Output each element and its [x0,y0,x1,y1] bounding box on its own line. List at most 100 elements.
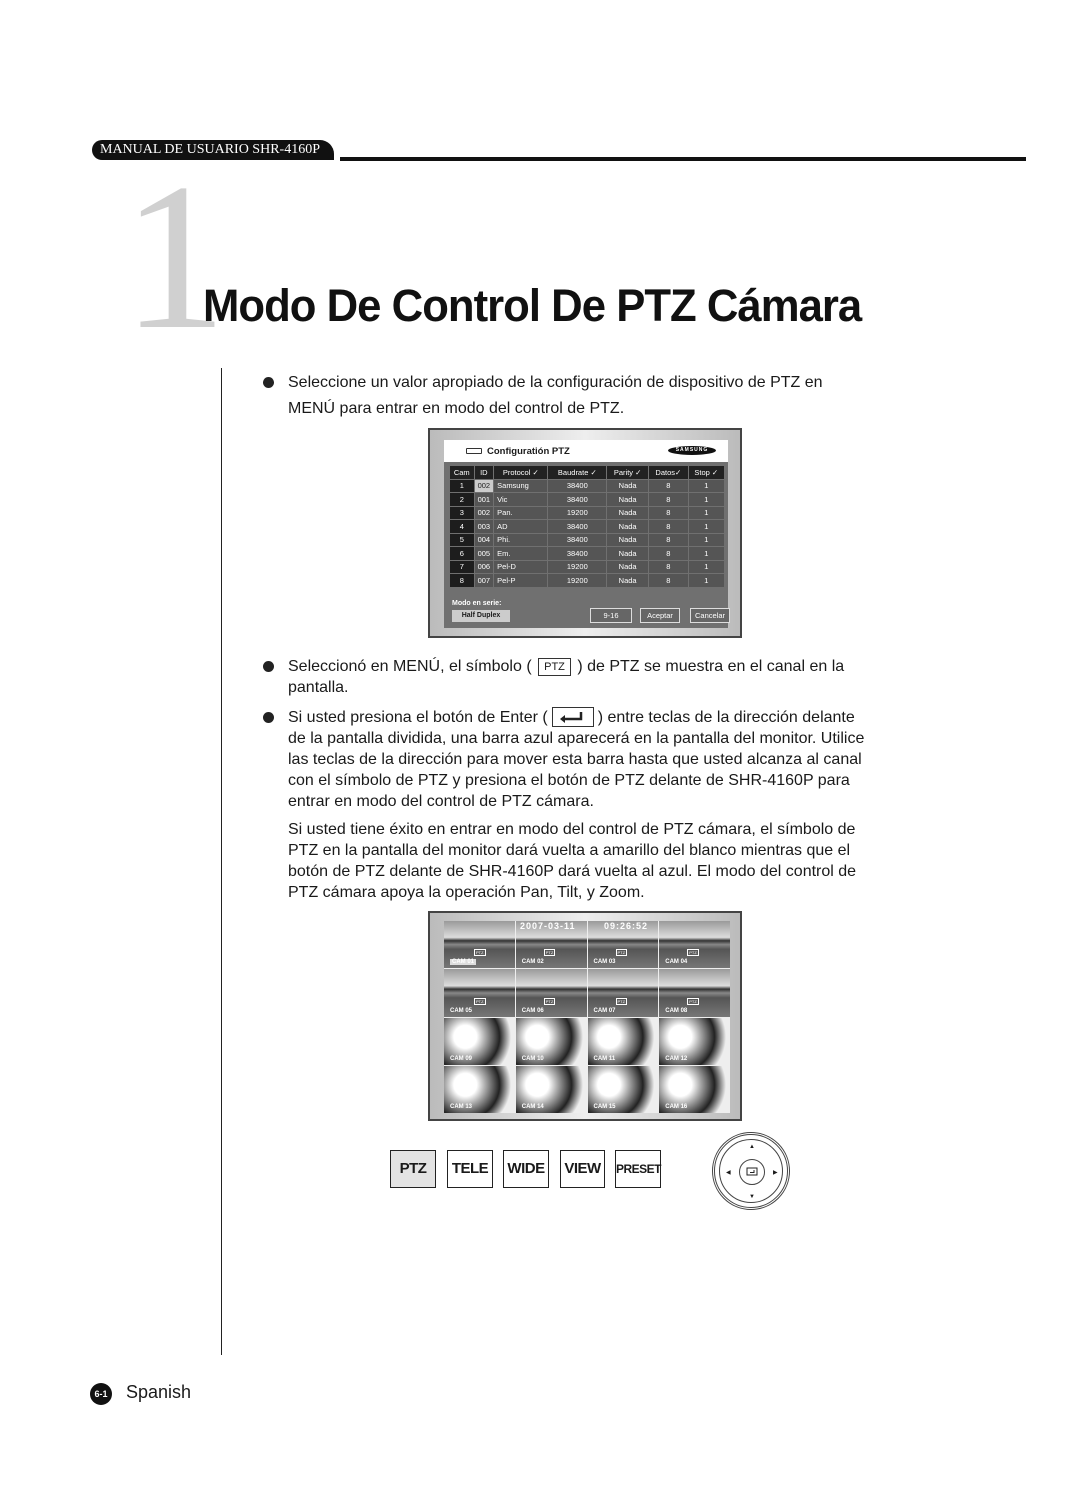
camera-tile[interactable]: CAM 11 [587,1017,659,1065]
table-cell[interactable]: Nada [607,479,649,492]
camera-tile[interactable]: PTZ CAM 08 [659,969,730,1017]
column-header[interactable]: Cam [450,466,474,479]
table-row[interactable]: 4 003 AD 38400 Nada 8 1 [450,520,724,533]
camera-tile[interactable]: CAM 15 [587,1065,659,1113]
table-cell[interactable]: AD [494,520,548,533]
arrow-up-icon[interactable]: ▲ [749,1144,755,1150]
arrow-right-icon[interactable]: ▶ [773,1169,778,1176]
camera-tile[interactable]: PTZ CAM 04 [659,921,730,969]
table-cell[interactable]: 19200 [548,506,607,519]
jog-dial[interactable]: ▲ ▼ ◀ ▶ [712,1132,790,1210]
table-cell[interactable]: 003 [474,520,494,533]
camera-tile[interactable]: PTZ CAM 07 [587,969,659,1017]
table-cell[interactable]: 8 [649,547,688,560]
column-header[interactable]: Datos✓ [649,466,688,479]
p3-line: de la pantalla dividida, una barra azul … [288,730,865,747]
table-row[interactable]: 1 002 Samsung 38400 Nada 8 1 [450,479,724,492]
key-ptz-button[interactable]: PTZ [390,1150,436,1188]
table-cell[interactable]: 1 [688,574,724,587]
table-row[interactable]: 8 007 Pel-P 19200 Nada 8 1 [450,574,724,587]
table-cell[interactable]: Nada [607,506,649,519]
table-cell[interactable]: Nada [607,533,649,546]
column-header[interactable]: Protocol ✓ [494,466,548,479]
table-cell[interactable]: 002 [474,479,494,492]
table-cell[interactable]: 19200 [548,560,607,573]
table-cell[interactable]: 1 [688,547,724,560]
camera-tile[interactable]: CAM 10 [515,1017,587,1065]
camera-tile[interactable]: CAM 14 [515,1065,587,1113]
table-cell[interactable]: 38400 [548,520,607,533]
camera-tile[interactable]: CAM 12 [659,1017,730,1065]
table-cell[interactable]: 1 [688,560,724,573]
column-header[interactable]: Stop ✓ [688,466,724,479]
table-row[interactable]: 6 005 Em. 38400 Nada 8 1 [450,547,724,560]
table-cell[interactable]: 8 [649,533,688,546]
table-cell[interactable]: 002 [474,506,494,519]
p3-line: PTZ cámara apoya la operación Pan, Tilt,… [288,884,645,901]
table-cell[interactable]: 8 [649,493,688,506]
table-row[interactable]: 7 006 Pel-D 19200 Nada 8 1 [450,560,724,573]
table-cell[interactable]: Pel-P [494,574,548,587]
camera-tile[interactable]: PTZ CAM 05 [444,969,515,1017]
camera-label: CAM 14 [521,1104,544,1110]
table-cell[interactable]: 1 [688,493,724,506]
table-cell[interactable]: 8 [649,479,688,492]
bullet [263,661,274,672]
page-9-16-button[interactable]: 9-16 [590,608,632,623]
camera-label: CAM 13 [450,1104,473,1110]
key-wide-button[interactable]: WIDE [503,1150,549,1188]
bullet [263,712,274,723]
table-cell[interactable]: 38400 [548,479,607,492]
table-cell[interactable]: 005 [474,547,494,560]
column-header[interactable]: Parity ✓ [607,466,649,479]
table-cell[interactable]: 1 [688,479,724,492]
table-cell[interactable]: Em. [494,547,548,560]
camera-tile[interactable]: PTZ CAM 01 [444,921,515,969]
table-cell[interactable]: Nada [607,560,649,573]
cancel-button[interactable]: Cancelar [690,608,730,623]
key-view-button[interactable]: VIEW [560,1150,605,1188]
table-cell[interactable]: Vic [494,493,548,506]
table-cell[interactable]: 38400 [548,493,607,506]
table-cell[interactable]: Nada [607,574,649,587]
ptz-tag: PTZ [687,997,699,1005]
table-cell[interactable]: Phi. [494,533,548,546]
table-cell[interactable]: 1 [688,520,724,533]
table-cell[interactable]: 38400 [548,547,607,560]
table-cell[interactable]: 19200 [548,574,607,587]
table-cell[interactable]: Samsung [494,479,548,492]
arrow-left-icon[interactable]: ◀ [726,1169,731,1176]
table-cell[interactable]: 8 [649,574,688,587]
arrow-down-icon[interactable]: ▼ [749,1194,755,1200]
table-cell[interactable]: 38400 [548,533,607,546]
key-tele-button[interactable]: TELE [447,1150,493,1188]
column-header[interactable]: ID [474,466,494,479]
table-cell[interactable]: Pan. [494,506,548,519]
table-cell[interactable]: Nada [607,520,649,533]
enter-button[interactable] [739,1159,765,1185]
table-cell[interactable]: 8 [649,560,688,573]
table-row[interactable]: 2 001 Vic 38400 Nada 8 1 [450,493,724,506]
camera-tile[interactable]: PTZ CAM 06 [515,969,587,1017]
table-cell[interactable]: 8 [649,520,688,533]
camera-tile[interactable]: CAM 16 [659,1065,730,1113]
table-cell[interactable]: 007 [474,574,494,587]
camera-tile[interactable]: CAM 09 [444,1017,515,1065]
column-header[interactable]: Baudrate ✓ [548,466,607,479]
accept-button[interactable]: Aceptar [640,608,680,623]
table-cell[interactable]: Pel-D [494,560,548,573]
table-cell[interactable]: 006 [474,560,494,573]
camera-tile[interactable]: CAM 13 [444,1065,515,1113]
table-cell[interactable]: Nada [607,493,649,506]
table-cell[interactable]: 004 [474,533,494,546]
mode-select[interactable]: Half Duplex [452,610,510,622]
table-row[interactable]: 5 004 Phi. 38400 Nada 8 1 [450,533,724,546]
table-cell[interactable]: 8 [649,506,688,519]
table-cell[interactable]: 001 [474,493,494,506]
page-number: 6-1 [90,1383,112,1405]
table-cell[interactable]: Nada [607,547,649,560]
table-cell[interactable]: 1 [688,533,724,546]
key-preset-button[interactable]: PRESET [615,1150,662,1188]
table-row[interactable]: 3 002 Pan. 19200 Nada 8 1 [450,506,724,519]
table-cell[interactable]: 1 [688,506,724,519]
